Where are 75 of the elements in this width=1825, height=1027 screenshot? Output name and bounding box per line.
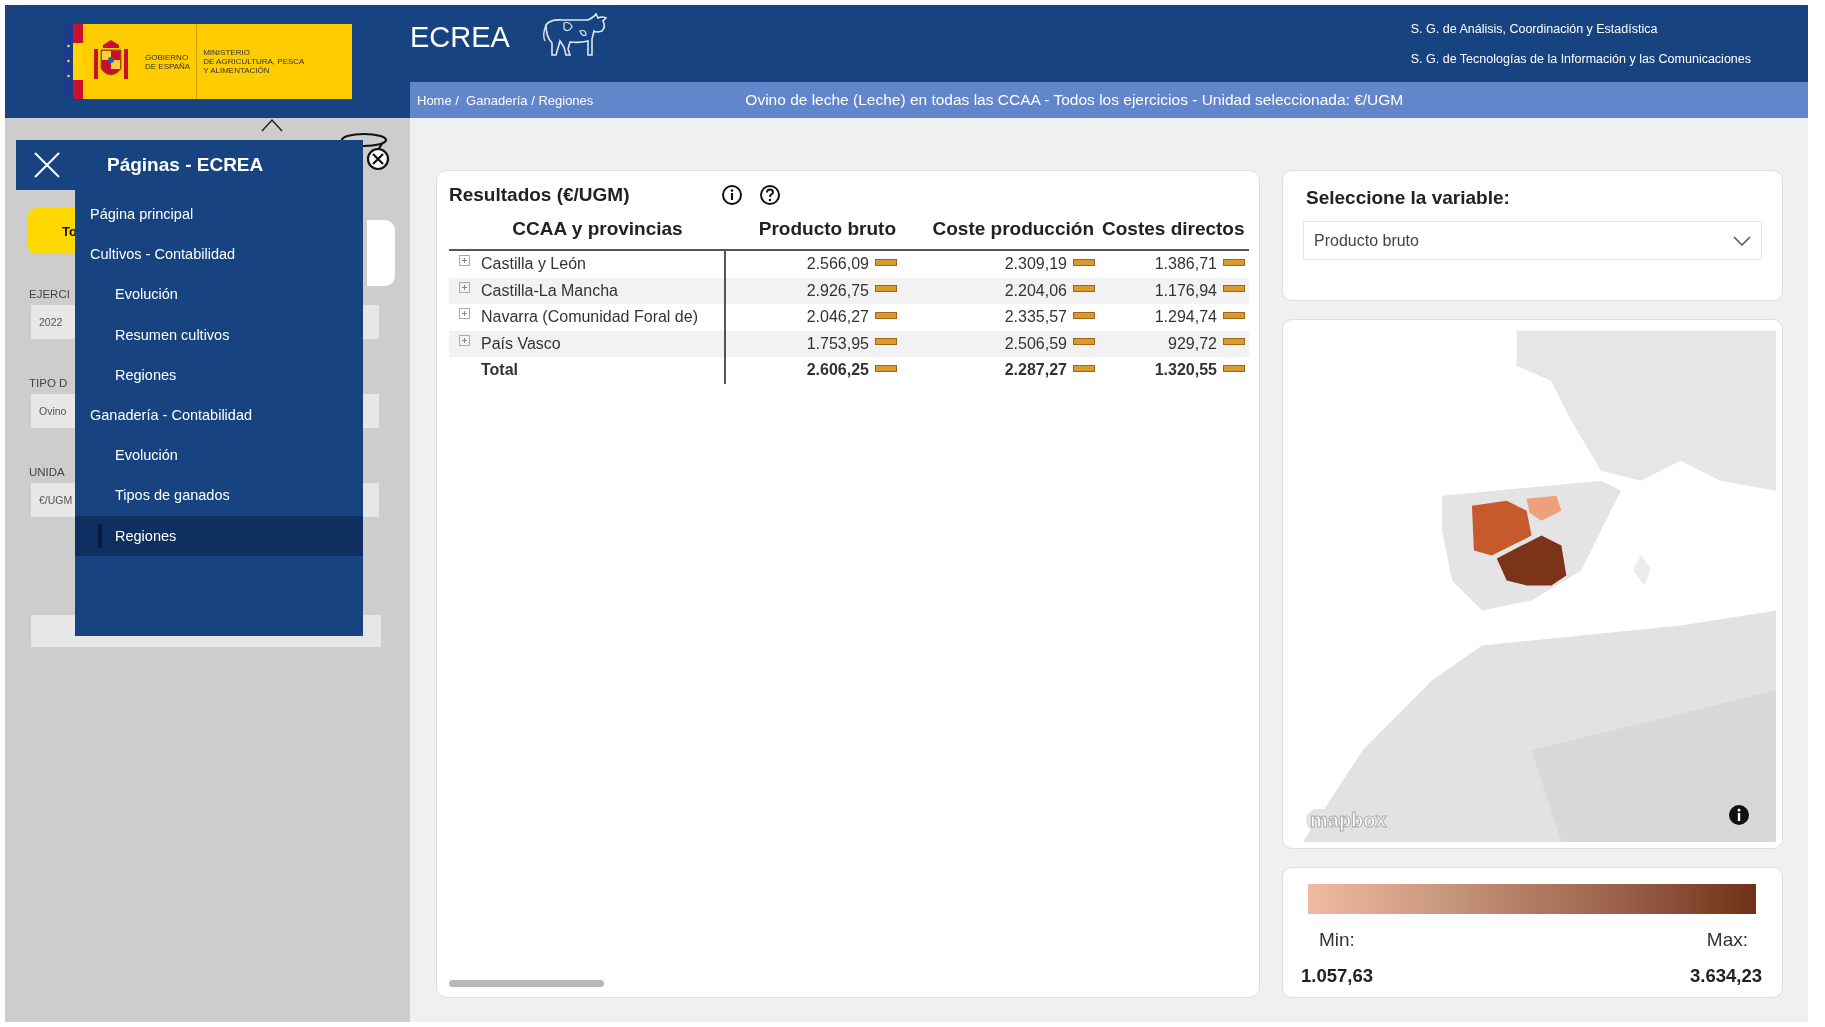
table-cell: 2.926,75 (806, 281, 869, 300)
help-icon[interactable] (759, 184, 781, 206)
data-bar-icon (875, 364, 897, 372)
table-cell: 1.753,95 (806, 334, 869, 353)
data-bar-icon (1073, 364, 1095, 372)
department-name: S. G. de Análisis, Coordinación y Estadística (1410, 21, 1659, 36)
field-label: EJERCI (29, 288, 70, 300)
selection-summary: Ovino de leche (Leche) en todas las CCAA - Todos los ejercicios - Unidad seleccionada: €/UGM (745, 91, 1404, 109)
table-cell: 2.204,06 (1004, 281, 1067, 300)
menu-item[interactable]: Regiones (75, 515, 363, 556)
app-title: ECREA (410, 21, 510, 54)
table-cell: 2.309,19 (1004, 255, 1067, 274)
menu-item[interactable]: Evolución (75, 435, 363, 476)
menu-item[interactable]: Regiones (75, 354, 363, 395)
legend-value: 3.634,23 (1690, 965, 1762, 987)
table-cell: 929,72 (1168, 334, 1217, 353)
expand-icon[interactable] (459, 281, 470, 293)
chevron-down-icon (1733, 235, 1751, 246)
legend-label: Max: (1706, 929, 1748, 951)
scrollbar[interactable] (449, 980, 604, 987)
table-cell: 2.335,57 (1004, 308, 1067, 327)
legend-value: 1.057,63 (1301, 965, 1373, 987)
legend-label: Min: (1319, 929, 1355, 951)
table-cell: 1.176,94 (1154, 281, 1217, 300)
menu-item[interactable]: Página principal (75, 194, 363, 235)
panel-card (367, 220, 395, 286)
field-label: TIPO D (29, 377, 68, 389)
department-name: S. G. de Tecnologías de la Información y las Comunicaciones (1410, 51, 1751, 66)
info-icon[interactable] (1728, 804, 1750, 826)
data-bar-icon (1073, 338, 1095, 346)
expand-icon[interactable] (459, 255, 470, 266)
column-header[interactable]: Costes directos (1102, 218, 1252, 240)
expand-icon[interactable] (459, 308, 470, 319)
table-cell: 1.294,74 (1154, 308, 1217, 327)
table-cell: 2.566,09 (806, 255, 869, 274)
menu-item[interactable]: Ganadería - Contabilidad (75, 394, 363, 436)
data-bar-icon (1223, 258, 1245, 266)
table-cell: 1.320,55 (1154, 361, 1217, 380)
table-cell: 2.506,59 (1004, 334, 1067, 353)
data-bar-icon (875, 311, 897, 319)
data-bar-icon (875, 285, 897, 293)
table-cell: 2.046,27 (806, 308, 869, 327)
info-icon[interactable] (721, 184, 743, 206)
data-bar-icon (1223, 311, 1245, 319)
table-cell: Total (449, 357, 726, 384)
data-bar-icon (1073, 285, 1095, 293)
variable-dropdown[interactable]: Producto bruto (1303, 221, 1762, 260)
data-bar-icon (1073, 258, 1095, 266)
menu-item[interactable]: Tipos de ganados (75, 475, 363, 516)
data-bar-icon (1223, 364, 1245, 372)
expand-icon[interactable] (459, 334, 470, 346)
menu-item[interactable]: Resumen cultivos (75, 314, 363, 355)
table-cell: 1.386,71 (1154, 255, 1217, 274)
breadcrumb[interactable]: Home / Ganadería / Regiones (417, 92, 594, 108)
table-cell: País Vasco (449, 330, 726, 357)
selector-label: Seleccione la variable: (1306, 187, 1511, 209)
field-label: UNIDA (29, 466, 65, 478)
column-header[interactable]: Producto bruto (726, 218, 904, 240)
table-cell: 2.606,25 (806, 361, 869, 380)
menu-item[interactable]: Evolución (75, 274, 363, 315)
table-cell: 2.287,27 (1004, 361, 1067, 380)
column-header[interactable]: Coste producción (904, 218, 1102, 240)
close-icon[interactable] (33, 151, 61, 179)
data-bar-icon (875, 338, 897, 346)
column-header[interactable]: CCAA y provincias (449, 218, 726, 240)
data-bar-icon (875, 258, 897, 266)
table-title: Resultados (€/UGM) (449, 184, 631, 206)
data-bar-icon (1223, 285, 1245, 293)
data-bar-icon (1223, 338, 1245, 346)
table-cell: Castilla-La Mancha (449, 277, 726, 304)
ministry-name: MINISTERIO DE AGRICULTURA, PESCA Y ALIMENTACIÓN (202, 48, 306, 75)
government-name: GOBIERNO DE ESPAÑA (144, 52, 192, 71)
menu-item[interactable]: Cultivos - Contabilidad (75, 234, 363, 275)
data-bar-icon (1073, 311, 1095, 319)
menu-title: Páginas - ECREA (107, 154, 264, 176)
